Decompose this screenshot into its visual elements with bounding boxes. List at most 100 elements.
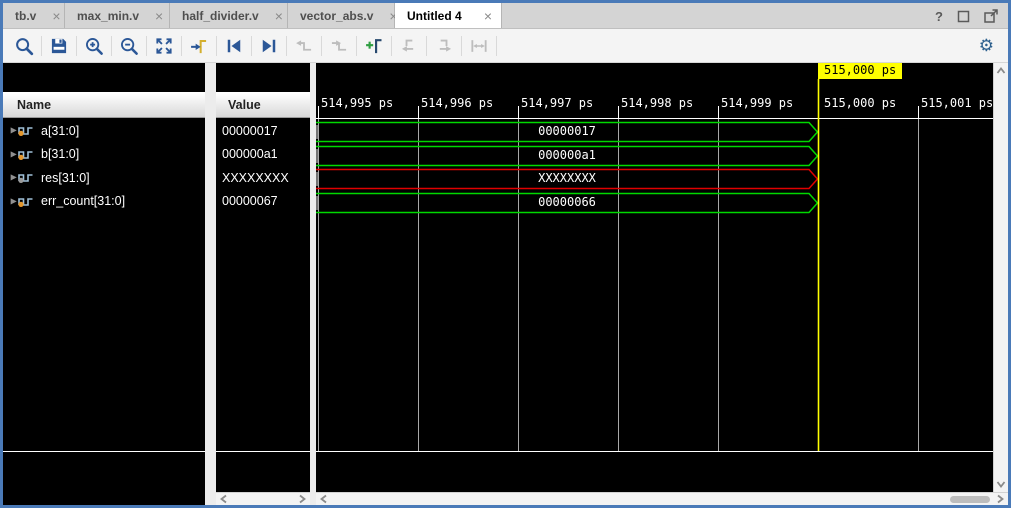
- toolbar-separator: [496, 36, 497, 56]
- scroll-down-icon[interactable]: [995, 478, 1007, 490]
- signal-value-panel: Value 00000017 000000a1 XXXXXXXX 0000006…: [216, 63, 310, 505]
- time-tick-label: 514,996 ps: [421, 96, 493, 110]
- scroll-right-icon[interactable]: [296, 493, 308, 505]
- tab-tb-v[interactable]: tb.v ×: [3, 3, 65, 28]
- signal-name-rows: ▶ a[31:0] ▶ b[31:0] ▶: [3, 119, 205, 213]
- toolbar-separator: [461, 36, 462, 56]
- signal-value: 00000067: [222, 190, 310, 214]
- close-icon[interactable]: ×: [275, 9, 283, 23]
- previous-marker-icon[interactable]: [394, 32, 424, 60]
- vivado-waveform-window: tb.v × max_min.v × half_divider.v × vect…: [0, 0, 1011, 508]
- value-horizontal-scrollbar[interactable]: [216, 492, 310, 505]
- toolbar-separator: [251, 36, 252, 56]
- window-controls: ?: [935, 3, 998, 29]
- signal-row-a[interactable]: ▶ a[31:0]: [3, 119, 205, 143]
- expand-chevron-icon[interactable]: ▶: [4, 150, 14, 159]
- time-tick-label: 515,001 ps: [921, 96, 993, 110]
- add-marker-icon[interactable]: [359, 32, 389, 60]
- settings-gear-icon[interactable]: ⚙: [979, 36, 994, 56]
- signal-row-err-count[interactable]: ▶ err_count[31:0]: [3, 190, 205, 214]
- toolbar-separator: [146, 36, 147, 56]
- bus-value-label: 00000017: [316, 122, 818, 141]
- time-tick-label: 515,000 ps: [824, 96, 896, 110]
- tab-untitled-4[interactable]: Untitled 4 ×: [395, 3, 502, 28]
- float-window-icon[interactable]: [984, 9, 998, 23]
- tab-label: max_min.v: [77, 9, 139, 23]
- toolbar-separator: [181, 36, 182, 56]
- go-to-time-zero-icon[interactable]: [219, 32, 249, 60]
- panel-divider-line: [3, 451, 205, 452]
- zoom-in-icon[interactable]: [79, 32, 109, 60]
- signal-value: XXXXXXXX: [222, 166, 310, 190]
- signal-row-res[interactable]: ▶ res[31:0]: [3, 166, 205, 190]
- close-icon[interactable]: ×: [484, 9, 492, 23]
- time-tick-label: 514,997 ps: [521, 96, 593, 110]
- next-marker-icon[interactable]: [429, 32, 459, 60]
- scroll-up-icon[interactable]: [995, 65, 1007, 77]
- waveform-toolbar: ⚙: [3, 29, 1008, 63]
- toolbar-separator: [356, 36, 357, 56]
- tab-label: Untitled 4: [407, 9, 462, 23]
- zoom-to-cursor-icon[interactable]: [184, 32, 214, 60]
- waveform-horizontal-scrollbar[interactable]: [316, 492, 1008, 505]
- bus-value-label: XXXXXXXX: [316, 169, 818, 188]
- swap-cursors-icon[interactable]: [464, 32, 494, 60]
- save-icon[interactable]: [44, 32, 74, 60]
- name-column-header: Name: [3, 92, 205, 118]
- signal-value: 00000017: [222, 119, 310, 143]
- zoom-fit-icon[interactable]: [149, 32, 179, 60]
- zoom-out-icon[interactable]: [114, 32, 144, 60]
- toolbar-separator: [391, 36, 392, 56]
- vertical-scrollbar[interactable]: [993, 63, 1008, 492]
- toolbar-separator: [321, 36, 322, 56]
- expand-chevron-icon[interactable]: ▶: [4, 173, 14, 182]
- close-icon[interactable]: ×: [155, 9, 163, 23]
- time-tick-label: 514,998 ps: [621, 96, 693, 110]
- signal-name: res[31:0]: [41, 171, 90, 185]
- tab-label: tb.v: [15, 9, 36, 23]
- name-value-splitter[interactable]: [205, 63, 216, 505]
- signal-name: a[31:0]: [41, 124, 79, 138]
- signal-name: b[31:0]: [41, 147, 79, 161]
- toolbar-separator: [286, 36, 287, 56]
- expand-chevron-icon[interactable]: ▶: [4, 126, 14, 135]
- signal-name: err_count[31:0]: [41, 194, 125, 208]
- bus-value-label: 00000066: [316, 193, 818, 212]
- toolbar-separator: [426, 36, 427, 56]
- tab-label: vector_abs.v: [300, 9, 373, 23]
- time-tick-label: 514,999 ps: [721, 96, 793, 110]
- maximize-icon[interactable]: [957, 10, 970, 23]
- help-icon[interactable]: ?: [935, 9, 943, 24]
- value-column-header: Value: [216, 92, 310, 118]
- waveform-main-area: Name ▶ a[31:0] ▶ b[31:0] ▶: [3, 63, 1008, 505]
- time-tick-label: 514,995 ps: [321, 96, 393, 110]
- expand-chevron-icon[interactable]: ▶: [4, 197, 14, 206]
- tab-label: half_divider.v: [182, 9, 259, 23]
- waveform-panel[interactable]: 515,000 ps 514,995 ps 514,996 ps 514,997…: [316, 63, 993, 492]
- search-icon[interactable]: [9, 32, 39, 60]
- cursor-time-label[interactable]: 515,000 ps: [818, 63, 902, 79]
- bus-signal-icon: [17, 171, 37, 184]
- signal-row-b[interactable]: ▶ b[31:0]: [3, 143, 205, 167]
- bus-value-label: 000000a1: [316, 146, 818, 165]
- signal-name-panel: Name ▶ a[31:0] ▶ b[31:0] ▶: [3, 63, 205, 505]
- go-to-last-time-icon[interactable]: [254, 32, 284, 60]
- toolbar-separator: [76, 36, 77, 56]
- scrollbar-thumb[interactable]: [950, 496, 990, 503]
- toolbar-separator: [41, 36, 42, 56]
- scroll-left-icon[interactable]: [318, 493, 330, 505]
- toolbar-separator: [111, 36, 112, 56]
- tab-max-min-v[interactable]: max_min.v ×: [65, 3, 170, 28]
- next-transition-icon[interactable]: [324, 32, 354, 60]
- bus-signal-icon: [17, 148, 37, 161]
- scroll-right-icon[interactable]: [994, 493, 1006, 505]
- previous-transition-icon[interactable]: [289, 32, 319, 60]
- tab-half-divider-v[interactable]: half_divider.v ×: [170, 3, 288, 28]
- bus-signal-icon: [17, 195, 37, 208]
- signal-value-rows: 00000017 000000a1 XXXXXXXX 00000067: [222, 119, 310, 213]
- tab-vector-abs-v[interactable]: vector_abs.v ×: [288, 3, 395, 28]
- signal-value: 000000a1: [222, 143, 310, 167]
- tab-bar: tb.v × max_min.v × half_divider.v × vect…: [3, 3, 1008, 29]
- close-icon[interactable]: ×: [52, 9, 60, 23]
- scroll-left-icon[interactable]: [218, 493, 230, 505]
